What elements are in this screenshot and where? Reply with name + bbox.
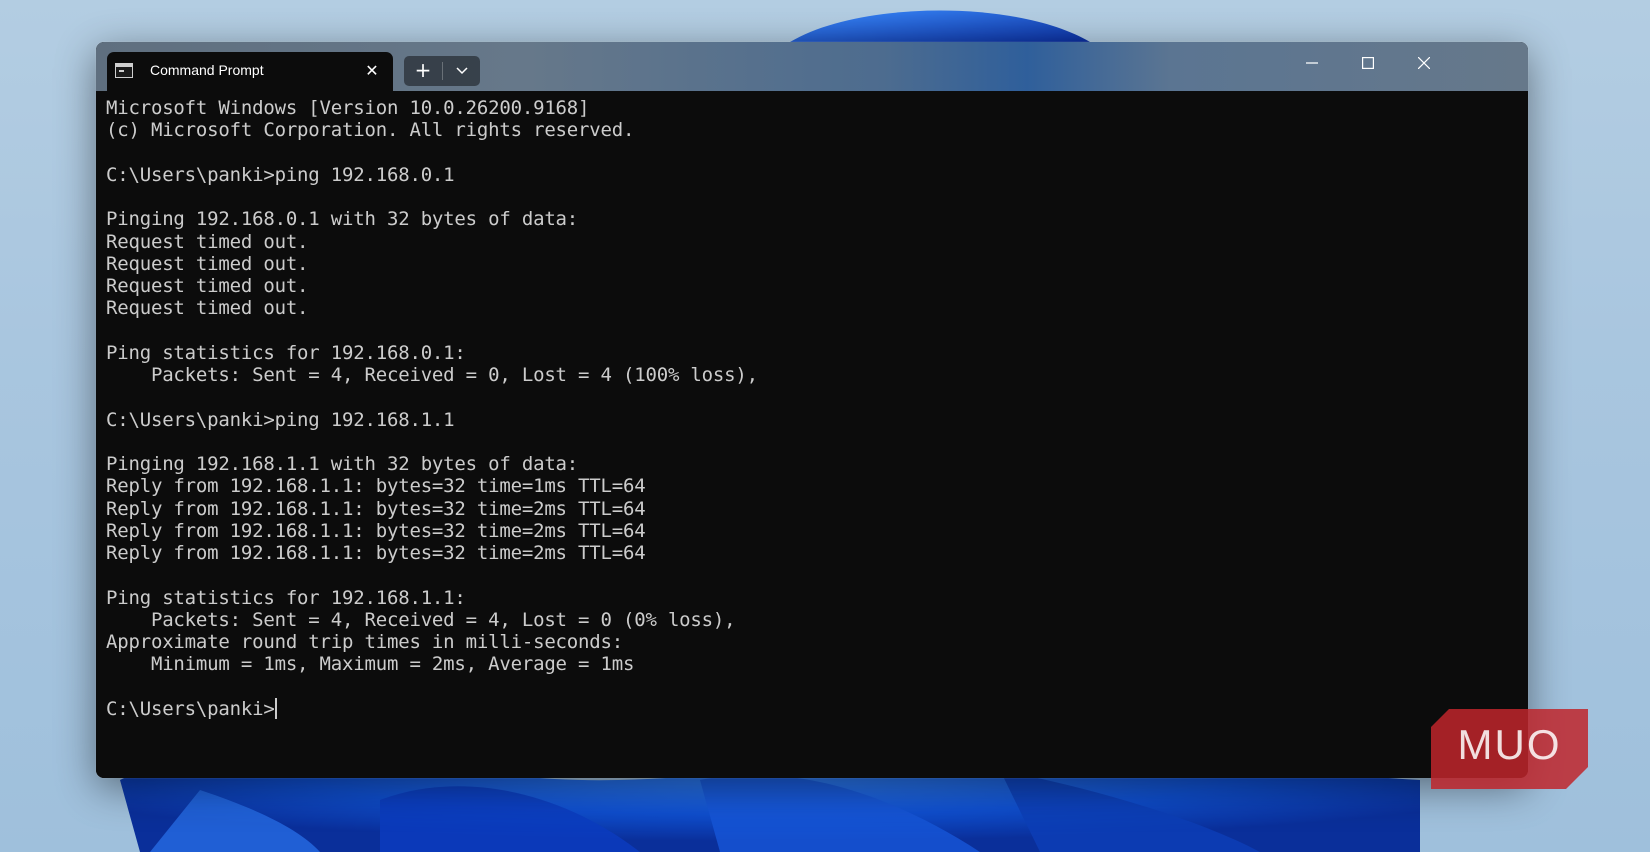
current-prompt: C:\Users\panki>: [106, 697, 275, 720]
watermark-text: MUO: [1457, 721, 1562, 768]
console-line: Reply from 192.168.1.1: bytes=32 time=2m…: [106, 542, 646, 564]
console-line: Request timed out.: [106, 252, 309, 275]
console-line: Minimum = 1ms, Maximum = 2ms, Average = …: [150, 653, 635, 676]
tab-close-button[interactable]: ✕: [362, 61, 382, 81]
console-line: Request timed out.: [106, 230, 309, 253]
maximize-button[interactable]: [1345, 48, 1391, 78]
close-button[interactable]: [1401, 48, 1447, 78]
console-line: Reply from 192.168.1.1: bytes=32 time=1m…: [106, 475, 646, 498]
minimize-button[interactable]: [1289, 48, 1335, 78]
new-tab-group: +: [404, 56, 480, 86]
console-line: Packets: Sent = 4, Received = 0, Lost = …: [150, 364, 758, 386]
console-line: Pinging 192.168.1.1 with 32 bytes of dat…: [106, 453, 579, 475]
console-text[interactable]: Microsoft Windows [Version 10.0.26200.91…: [106, 97, 758, 720]
tab-command-prompt[interactable]: Command Prompt ✕: [107, 52, 393, 91]
console-line: Approximate round trip times in milli-se…: [106, 631, 623, 653]
tab-dropdown-button[interactable]: [443, 56, 480, 86]
console-line: C:\Users\panki>ping 192.168.0.1: [106, 163, 455, 186]
console-lines: Microsoft Windows [Version 10.0.26200.91…: [106, 97, 758, 675]
muo-watermark: MUO: [1431, 709, 1588, 789]
minimize-icon: [1306, 62, 1318, 64]
console-line: Reply from 192.168.1.1: bytes=32 time=2m…: [106, 497, 646, 520]
console-line: Reply from 192.168.1.1: bytes=32 time=2m…: [106, 519, 646, 542]
console-line: (c) Microsoft Corporation. All rights re…: [106, 119, 635, 142]
console-line: Request timed out.: [106, 297, 309, 320]
console-line: Request timed out.: [106, 275, 309, 297]
console-line: Packets: Sent = 4, Received = 4, Lost = …: [150, 608, 736, 631]
maximize-icon: [1362, 57, 1374, 69]
new-tab-button[interactable]: +: [404, 56, 442, 86]
command-prompt-icon: [115, 63, 133, 78]
console-line: C:\Users\panki>ping 192.168.1.1: [106, 408, 455, 431]
console-line: Ping statistics for 192.168.0.1:: [106, 341, 466, 364]
close-icon: [1418, 57, 1430, 69]
console-line: Microsoft Windows [Version 10.0.26200.91…: [106, 97, 590, 119]
terminal-window: Command Prompt ✕ + Microsoft Windows [Ve…: [96, 42, 1528, 778]
console-line: Pinging 192.168.0.1 with 32 bytes of dat…: [106, 208, 579, 231]
tab-title: Command Prompt: [150, 62, 264, 78]
title-bar[interactable]: Command Prompt ✕ +: [96, 42, 1528, 91]
console-line: Ping statistics for 192.168.1.1:: [106, 586, 466, 609]
console-output[interactable]: Microsoft Windows [Version 10.0.26200.91…: [96, 91, 1528, 778]
text-cursor: [274, 697, 277, 719]
chevron-down-icon: [456, 67, 468, 75]
